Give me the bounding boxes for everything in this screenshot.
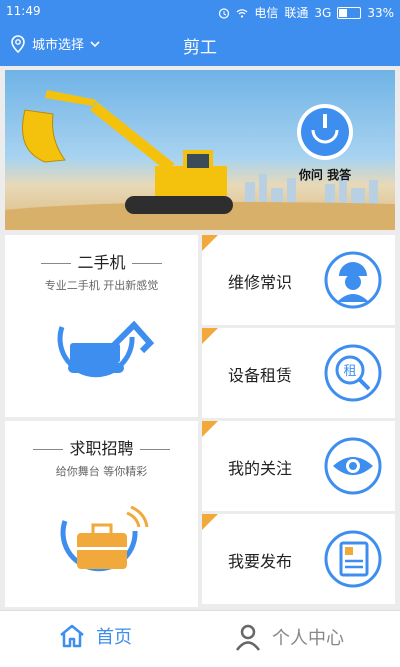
card-used-machines-subtitle: 专业二手机 开出新感觉 (44, 279, 159, 292)
qa-icon (297, 104, 353, 160)
home-icon (60, 624, 84, 648)
qa-badge[interactable]: 你问 我答 (290, 102, 360, 183)
wifi-icon (236, 8, 248, 18)
status-right: 电信 联通 3G 33% (218, 4, 394, 21)
status-bar: 11:49 电信 联通 3G 33% (0, 0, 400, 24)
banner[interactable]: 你问 我答 (5, 70, 395, 230)
nav-profile[interactable]: 个人中心 (234, 623, 344, 651)
card-jobs-title: 求职招聘 (69, 439, 134, 458)
card-equipment-rental-label: 设备租赁 (228, 366, 293, 385)
card-used-machines[interactable]: 二手机 专业二手机 开出新感觉 (5, 235, 198, 417)
carrier-1: 电信 (254, 6, 279, 20)
briefcase-icon (60, 505, 149, 572)
card-equipment-rental[interactable]: 设备租赁 租 (202, 328, 395, 418)
card-my-follows-label: 我的关注 (228, 459, 293, 478)
card-my-follows[interactable]: 我的关注 (202, 421, 395, 511)
card-used-machines-title: 二手机 (77, 253, 126, 272)
network-type: 3G (314, 5, 332, 20)
eye-icon (324, 437, 382, 495)
card-jobs[interactable]: 求职招聘 给你舞台 等你精彩 (5, 421, 198, 607)
status-time: 11:49 (6, 4, 41, 18)
page-title: 剪工 (183, 38, 217, 58)
card-repair-tips-label: 维修常识 (228, 273, 293, 292)
carrier-2: 联通 (284, 6, 309, 20)
document-icon (324, 530, 382, 588)
card-jobs-subtitle: 给你舞台 等你精彩 (55, 465, 148, 478)
nav-home-label: 首页 (96, 627, 132, 648)
rent-char: 租 (343, 364, 356, 379)
rent-magnifier-icon: 租 (324, 344, 382, 402)
excavator-icon (57, 320, 155, 378)
nav-home[interactable]: 首页 (58, 623, 132, 649)
app-header: 城市选择 剪工 (0, 24, 400, 66)
card-post[interactable]: 我要发布 (202, 514, 395, 604)
card-repair-tips[interactable]: 维修常识 (202, 235, 395, 325)
card-post-label: 我要发布 (228, 552, 293, 571)
nav-profile-label: 个人中心 (272, 628, 344, 649)
repair-worker-icon (324, 251, 382, 309)
battery-icon (337, 6, 362, 19)
battery-percent: 33% (367, 5, 394, 20)
alarm-icon (219, 7, 230, 19)
bottom-nav: 首页 个人中心 (0, 610, 400, 667)
qa-badge-label: 你问 我答 (298, 168, 352, 182)
person-icon (235, 624, 261, 651)
